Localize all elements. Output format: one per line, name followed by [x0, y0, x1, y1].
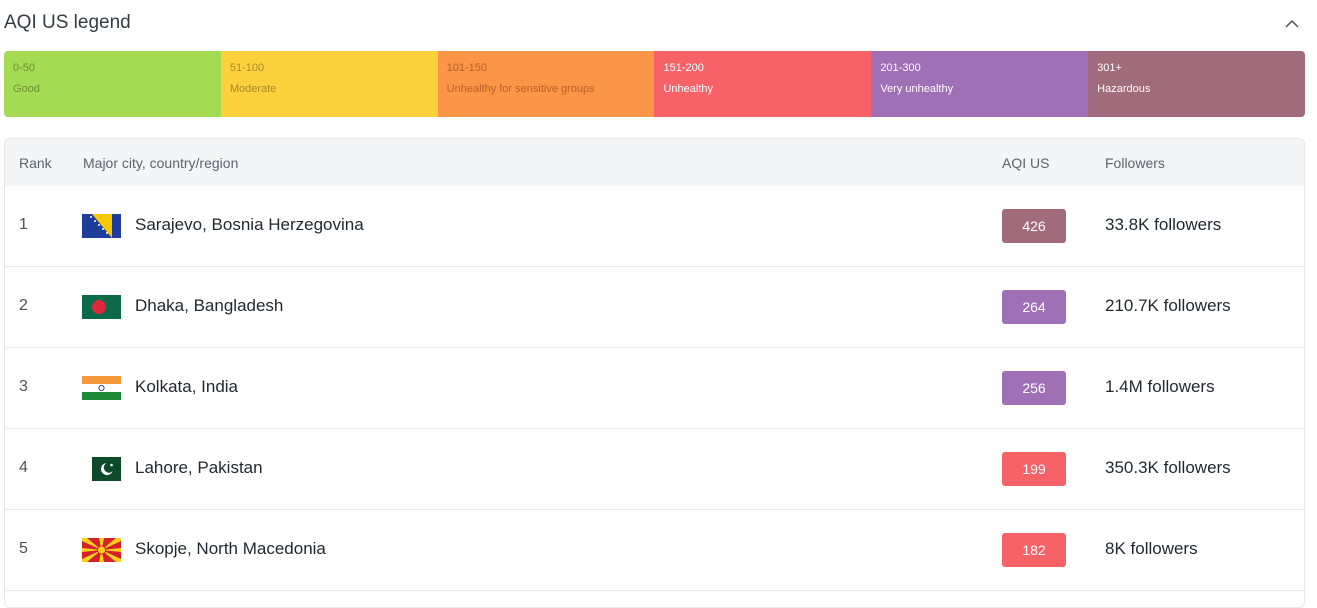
city-link[interactable]: Lahore, Pakistan [135, 458, 263, 478]
aqi-badge: 199 [1002, 452, 1066, 486]
legend-range: 0-50 [13, 62, 36, 74]
legend-title: AQI US legend [4, 12, 131, 33]
city-link[interactable]: Dhaka, Bangladesh [135, 296, 283, 316]
legend-label: Unhealthy [663, 83, 714, 95]
legend-label: Good [13, 83, 40, 95]
legend-collapse-button[interactable] [1280, 12, 1304, 36]
legend-label: Very unhealthy [880, 83, 954, 95]
north-macedonia-flag-icon [82, 538, 121, 562]
rank-cell: 2 [19, 297, 28, 314]
table-row[interactable]: 2 Dhaka, Bangladesh 264 210.7K followers [5, 267, 1304, 348]
city-link[interactable]: Sarajevo, Bosnia Herzegovina [135, 215, 364, 235]
legend-segment-very-unhealthy: 201-300 Very unhealthy [871, 51, 1089, 117]
legend-segment-unhealthy-sensitive: 101-150 Unhealthy for sensitive groups [437, 51, 655, 117]
followers-count: 1.4M followers [1105, 377, 1215, 396]
legend-segment-moderate: 51-100 Moderate [220, 51, 438, 117]
table-row[interactable]: 1 Sarajevo, Bosnia Herzegovina 426 33.8K… [5, 186, 1304, 267]
aqi-badge: 256 [1002, 371, 1066, 405]
header-rank: Rank [19, 155, 52, 171]
legend-label: Moderate [229, 83, 277, 95]
rank-cell: 5 [19, 540, 28, 557]
legend-label: Hazardous [1097, 83, 1151, 95]
aqi-badge: 264 [1002, 290, 1066, 324]
aqi-badge: 426 [1002, 209, 1066, 243]
legend-header: AQI US legend [0, 0, 1317, 48]
followers-count: 350.3K followers [1105, 458, 1231, 477]
table-row[interactable]: 5 Skopje, North Macedonia 182 8K followe… [5, 510, 1304, 591]
legend-range: 101-150 [446, 62, 488, 74]
city-link[interactable]: Kolkata, India [135, 377, 238, 397]
city-link[interactable]: Skopje, North Macedonia [135, 539, 326, 559]
header-aqi: AQI US [1002, 155, 1050, 171]
followers-count: 33.8K followers [1105, 215, 1222, 234]
bosnia-herzegovina-flag-icon [82, 214, 121, 238]
followers-count: 8K followers [1105, 539, 1198, 558]
legend-segment-unhealthy: 151-200 Unhealthy [654, 51, 872, 117]
bangladesh-flag-icon [82, 295, 121, 319]
legend-label: Unhealthy for sensitive groups [446, 83, 595, 95]
legend-segment-hazardous: 301+ Hazardous [1088, 51, 1305, 117]
table-row[interactable]: 4 Lahore, Pakistan 199 350.3K followers [5, 429, 1304, 510]
rank-cell: 4 [19, 459, 28, 476]
india-flag-icon [82, 376, 121, 400]
aqi-badge: 182 [1002, 533, 1066, 567]
header-city: Major city, country/region [83, 155, 239, 171]
header-followers: Followers [1105, 155, 1165, 171]
legend-range: 201-300 [880, 62, 921, 74]
followers-count: 210.7K followers [1105, 296, 1231, 315]
pakistan-flag-icon [82, 457, 121, 481]
chevron-up-icon [1285, 19, 1299, 28]
rank-cell: 3 [19, 378, 28, 395]
city-ranking-table: Rank Major city, country/region AQI US F… [4, 138, 1305, 608]
legend-range: 301+ [1097, 62, 1122, 74]
table-header: Rank Major city, country/region AQI US F… [5, 139, 1304, 186]
table-row[interactable]: 3 Kolkata, India 256 1.4M followers [5, 348, 1304, 429]
legend-range: 51-100 [229, 62, 265, 74]
aqi-legend-bar: 0-50 Good 51-100 Moderate 101-150 Unheal… [4, 51, 1305, 117]
legend-segment-good: 0-50 Good [4, 51, 221, 117]
rank-cell: 1 [19, 216, 28, 233]
legend-range: 151-200 [663, 62, 704, 74]
